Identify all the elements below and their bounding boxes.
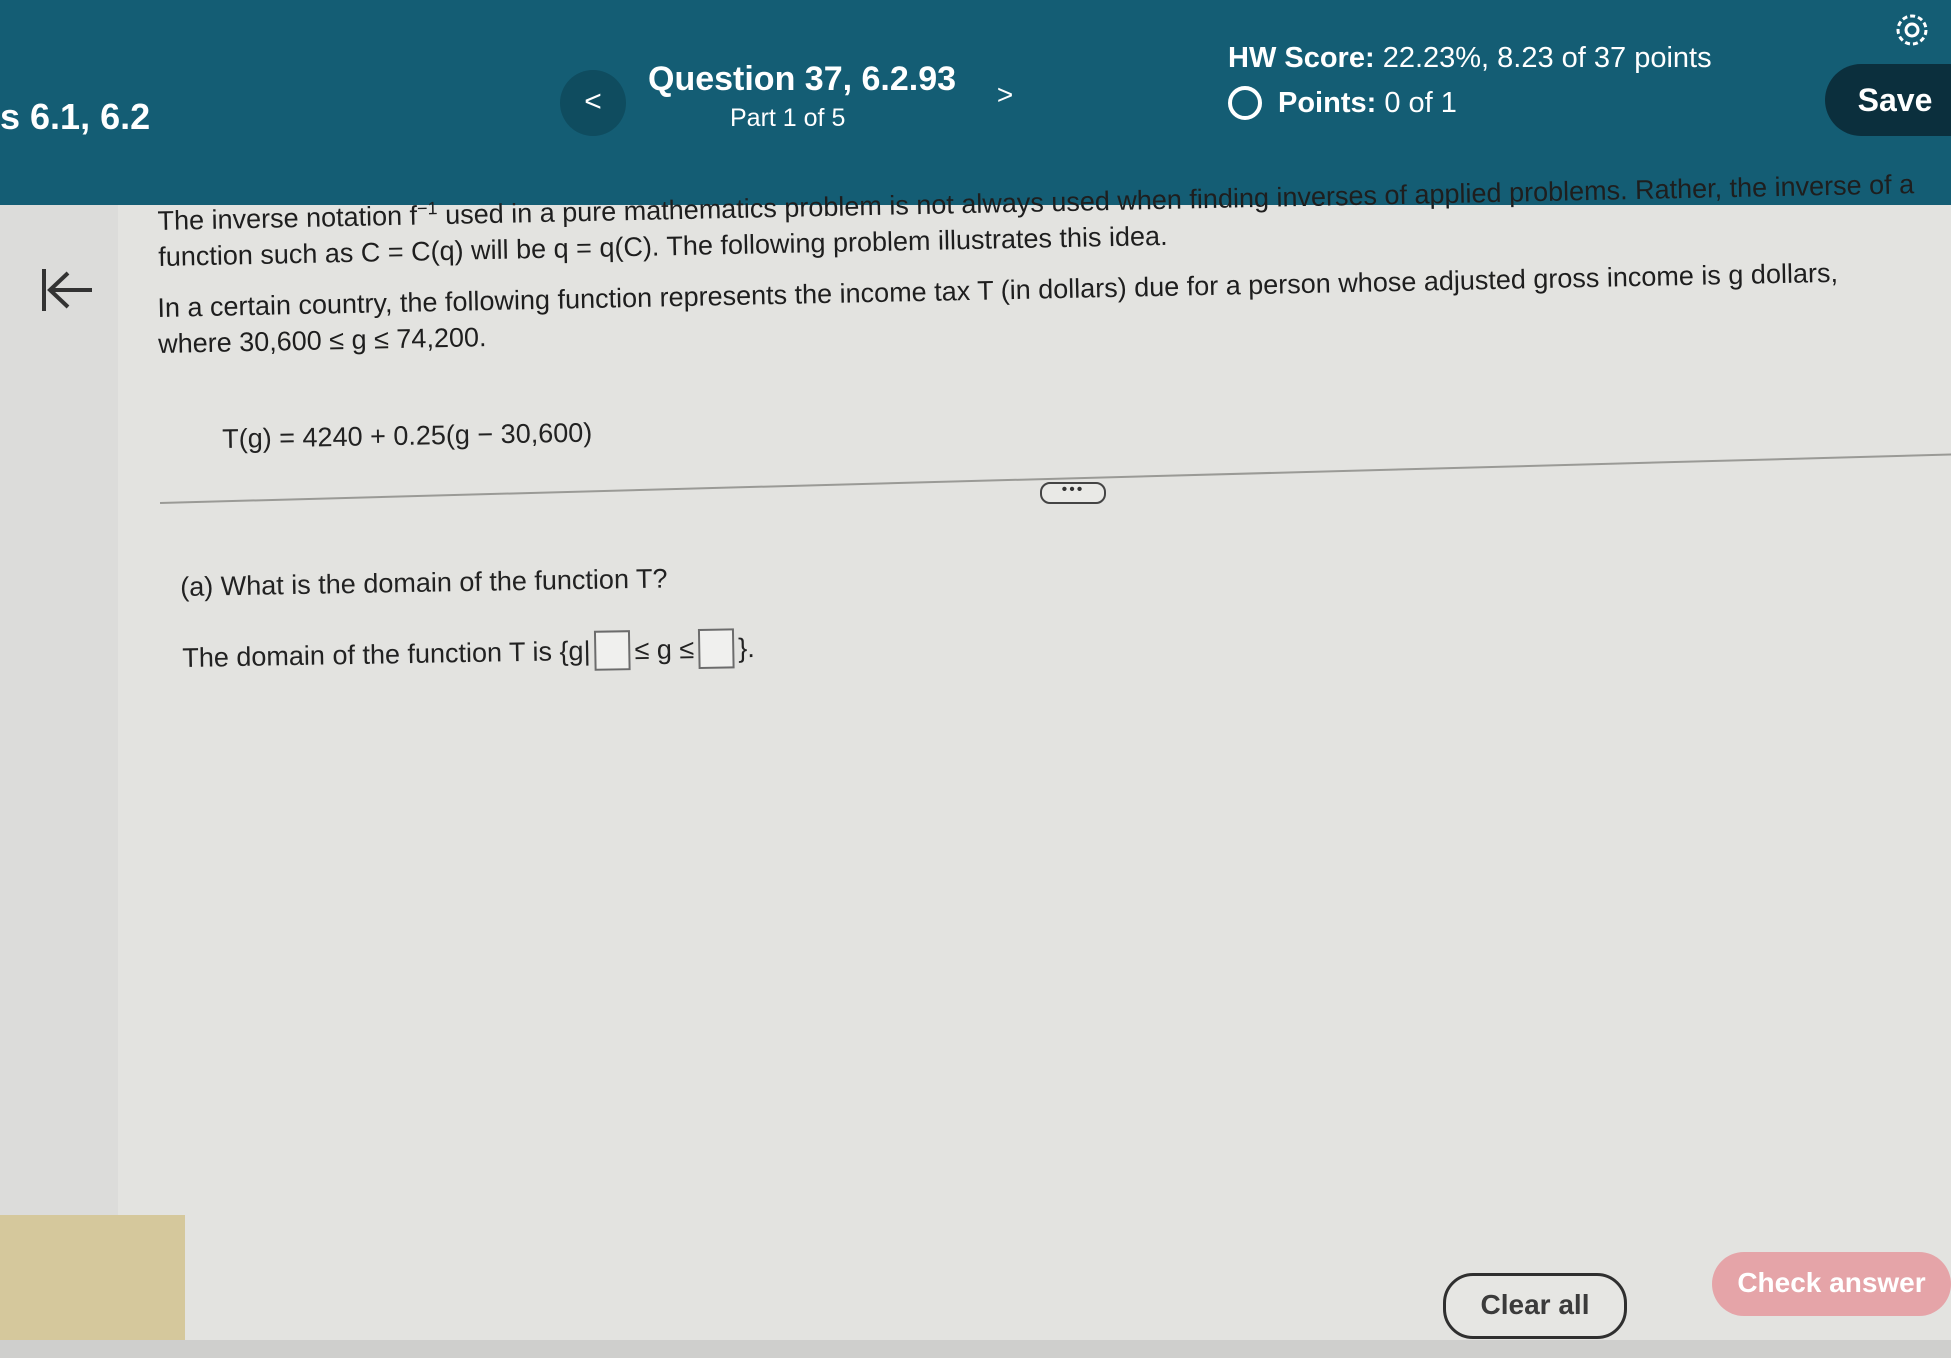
question-title: Question 37, 6.2.93	[648, 60, 957, 98]
hw-score-label: HW Score:	[1228, 42, 1375, 74]
answer-suffix: }.	[737, 632, 755, 663]
points-label: Points:	[1278, 86, 1377, 119]
previous-question-button[interactable]: <	[560, 70, 626, 136]
gear-icon[interactable]	[1892, 10, 1932, 50]
points: Points: 0 of 1	[1228, 86, 1457, 120]
section-title: s 6.1, 6.2	[0, 96, 151, 137]
question-content	[118, 205, 1951, 1358]
tax-equation: T(g) = 4240 + 0.25(g − 30,600)	[222, 417, 593, 454]
hw-score: HW Score: 22.23%, 8.23 of 37 points	[1228, 42, 1712, 75]
points-value: 0 of 1	[1384, 86, 1457, 119]
check-answer-button[interactable]: Check answer	[1712, 1252, 1951, 1316]
domain-upper-input[interactable]	[697, 628, 735, 669]
left-strip	[0, 1215, 185, 1358]
question-part: Part 1 of 5	[730, 104, 846, 132]
answer-prefix: The domain of the function T is {g|	[182, 635, 591, 673]
hw-score-value: 22.23%, 8.23 of 37 points	[1382, 42, 1712, 74]
clear-all-button[interactable]: Clear all	[1443, 1273, 1627, 1339]
more-button[interactable]: •••	[1040, 482, 1106, 504]
answer-middle: ≤ g ≤	[634, 633, 695, 665]
bottom-strip	[0, 1340, 1951, 1358]
save-button[interactable]: Save	[1825, 64, 1951, 136]
intro-text-1: The inverse notation f	[157, 200, 418, 236]
domain-lower-input[interactable]	[594, 630, 631, 671]
inverse-superscript: −1	[416, 198, 438, 219]
next-question-button[interactable]: >	[975, 66, 1035, 126]
back-arrow-icon[interactable]	[40, 265, 96, 315]
radio-icon	[1228, 86, 1262, 120]
